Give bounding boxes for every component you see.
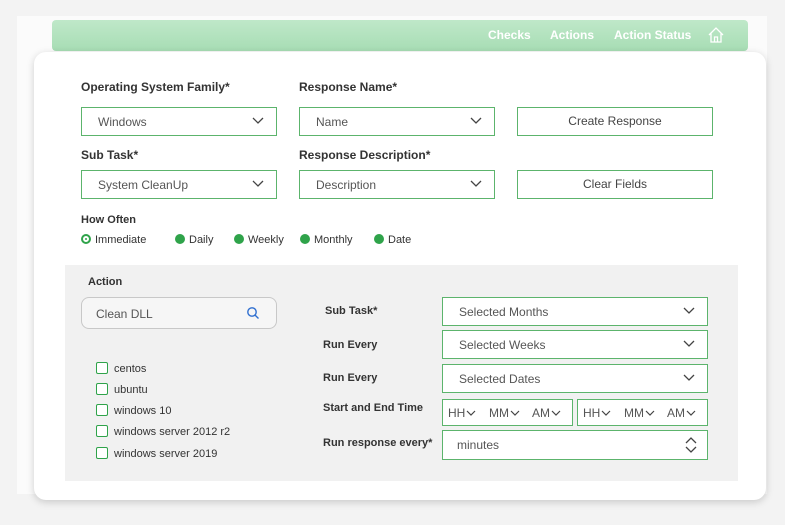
weeks-value: Selected Weeks: [459, 338, 546, 352]
months-select[interactable]: Selected Months: [442, 297, 708, 326]
radio-label: Immediate: [95, 234, 147, 246]
radio-immediate[interactable]: Immediate: [81, 234, 146, 246]
chevron-down-icon: [470, 180, 482, 187]
response-name-label: Response Name*: [299, 80, 398, 94]
start-ampm-select[interactable]: AM: [532, 406, 561, 420]
action-search-input[interactable]: Clean DLL: [81, 297, 277, 329]
chevron-down-icon: [683, 307, 695, 314]
checkbox-label: windows server 2012 r2: [114, 426, 231, 438]
nav-link-actions[interactable]: Actions: [550, 28, 594, 42]
response-description-value: Description: [316, 178, 377, 192]
run-every-weeks-label: Run Every: [323, 339, 378, 351]
hour-value: HH: [448, 406, 466, 420]
checkbox-label: centos: [114, 363, 147, 375]
checkbox-icon: [96, 404, 108, 416]
response-name-select[interactable]: Name: [299, 107, 495, 136]
checkbox-icon: [96, 425, 108, 437]
run-response-value: minutes: [457, 438, 500, 452]
home-icon[interactable]: [707, 26, 725, 44]
checkbox-icon: [96, 362, 108, 374]
chevron-down-icon: [683, 340, 695, 347]
chevron-down-icon: [252, 117, 264, 124]
checkbox-label: ubuntu: [114, 384, 148, 396]
hour-value: HH: [583, 406, 601, 420]
radio-label: Date: [388, 234, 412, 246]
end-ampm-select[interactable]: AM: [667, 406, 696, 420]
sub-task-label: Sub Task*: [81, 148, 139, 162]
weeks-select[interactable]: Selected Weeks: [442, 330, 708, 359]
chevron-down-icon: [252, 180, 264, 187]
chevron-down-icon: [470, 117, 482, 124]
top-navbar: Checks Actions Action Status: [52, 20, 748, 51]
chevron-down-icon: [683, 374, 695, 381]
radio-label: Weekly: [248, 234, 284, 246]
months-value: Selected Months: [459, 305, 549, 319]
dates-value: Selected Dates: [459, 372, 541, 386]
spinner-icon[interactable]: [685, 435, 697, 455]
end-time-picker[interactable]: HH MM AM: [577, 399, 708, 426]
os-family-value: Windows: [98, 115, 147, 129]
radio-icon: [374, 234, 384, 244]
start-end-time-label: Start and End Time: [323, 402, 424, 414]
radio-date[interactable]: Date: [374, 234, 411, 246]
sub-task-select[interactable]: System CleanUp: [81, 170, 277, 199]
os-family-label: Operating System Family*: [81, 80, 230, 94]
os-checkbox-centos[interactable]: centos: [96, 362, 146, 375]
create-response-button[interactable]: Create Response: [517, 107, 713, 136]
start-hour-select[interactable]: HH: [448, 406, 476, 420]
dates-select[interactable]: Selected Dates: [442, 364, 708, 393]
response-description-label: Response Description*: [299, 148, 431, 162]
radio-label: Monthly: [314, 234, 353, 246]
radio-icon: [234, 234, 244, 244]
ampm-value: AM: [532, 406, 550, 420]
chevron-down-icon: [510, 410, 520, 416]
radio-selected-icon: [81, 234, 91, 244]
action-label: Action: [88, 276, 123, 288]
search-value: Clean DLL: [96, 307, 153, 321]
radio-daily[interactable]: Daily: [175, 234, 213, 246]
os-family-select[interactable]: Windows: [81, 107, 277, 136]
radio-monthly[interactable]: Monthly: [300, 234, 353, 246]
radio-weekly[interactable]: Weekly: [234, 234, 284, 246]
os-checkbox-windows-10[interactable]: windows 10: [96, 404, 171, 417]
os-checkbox-ubuntu[interactable]: ubuntu: [96, 383, 148, 396]
ampm-value: AM: [667, 406, 685, 420]
action-sub-task-label: Sub Task*: [325, 305, 378, 317]
chevron-down-icon: [686, 410, 696, 416]
search-icon[interactable]: [246, 306, 260, 320]
chevron-down-icon: [601, 410, 611, 416]
end-hour-select[interactable]: HH: [583, 406, 611, 420]
chevron-down-icon: [645, 410, 655, 416]
nav-link-action-status[interactable]: Action Status: [614, 28, 691, 42]
chevron-down-icon: [551, 410, 561, 416]
run-response-every-input[interactable]: minutes: [442, 430, 708, 460]
run-response-every-label: Run response every*: [323, 437, 433, 449]
checkbox-icon: [96, 383, 108, 395]
minute-value: MM: [489, 406, 509, 420]
end-minute-select[interactable]: MM: [624, 406, 655, 420]
minute-value: MM: [624, 406, 644, 420]
chevron-down-icon: [466, 410, 476, 416]
os-checkbox-windows-server-2019[interactable]: windows server 2019: [96, 447, 217, 460]
radio-icon: [300, 234, 310, 244]
nav-link-checks[interactable]: Checks: [488, 28, 531, 42]
checkbox-label: windows server 2019: [114, 448, 218, 460]
clear-fields-button[interactable]: Clear Fields: [517, 170, 713, 199]
checkbox-icon: [96, 447, 108, 459]
start-time-picker[interactable]: HH MM AM: [442, 399, 573, 426]
radio-icon: [175, 234, 185, 244]
response-description-select[interactable]: Description: [299, 170, 495, 199]
how-often-label: How Often: [81, 214, 136, 226]
sub-task-value: System CleanUp: [98, 178, 189, 192]
checkbox-label: windows 10: [114, 405, 172, 417]
radio-label: Daily: [189, 234, 214, 246]
os-checkbox-windows-server-2012-r2[interactable]: windows server 2012 r2: [96, 425, 230, 438]
run-every-dates-label: Run Every: [323, 372, 378, 384]
response-name-value: Name: [316, 115, 349, 129]
start-minute-select[interactable]: MM: [489, 406, 520, 420]
